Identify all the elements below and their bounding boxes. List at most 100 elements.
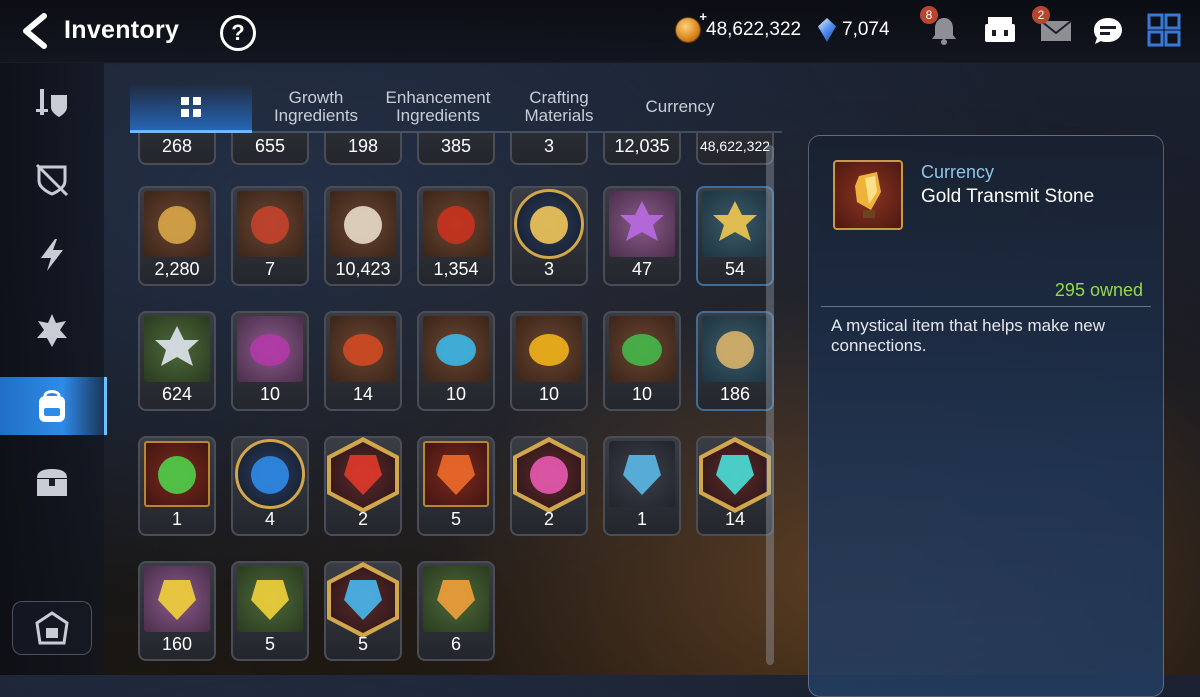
item-tile[interactable]: 624 [138, 311, 216, 411]
mail-icon[interactable]: 2 [1032, 6, 1074, 48]
chat-icon[interactable] [1090, 12, 1126, 48]
item-tile[interactable]: 2 [510, 436, 588, 536]
item-tile[interactable]: 4 [231, 436, 309, 536]
sidebar-item-inventory[interactable] [0, 377, 107, 435]
grid-scrollbar[interactable] [766, 145, 774, 665]
yellow-bolt-stone-icon [251, 580, 289, 620]
creature-portrait-icon [530, 206, 568, 244]
red-rune-icon [343, 334, 383, 366]
item-tile-partial[interactable]: 268 [138, 133, 216, 165]
item-quantity: 14 [352, 384, 374, 404]
gold-counter[interactable]: + 48,622,322 [676, 9, 801, 42]
crystal-counter[interactable]: 7,074 [818, 18, 890, 42]
tab-growth-ingredients[interactable]: Growth Ingredients [258, 84, 374, 130]
item-tile[interactable]: 10 [231, 311, 309, 411]
item-quantity: 624 [161, 384, 193, 404]
item-tile[interactable]: 1 [138, 436, 216, 536]
item-tile-partial[interactable]: 48,622,322 [696, 133, 774, 165]
sidebar-item-equipment[interactable] [0, 75, 104, 133]
tab-all[interactable] [130, 84, 252, 133]
question-circle-icon[interactable]: ? [220, 15, 256, 51]
item-quantity: 1 [636, 509, 647, 529]
item-tile[interactable]: 7 [231, 186, 309, 286]
pink-potion-icon [530, 456, 568, 494]
item-quantity: 12,035 [614, 136, 670, 156]
grid-menu-icon[interactable] [1146, 12, 1182, 48]
bell-icon[interactable]: 8 [920, 6, 962, 48]
knight-emblem-icon [344, 206, 382, 244]
item-tile[interactable]: 10 [417, 311, 495, 411]
blue-hammer-stone-icon [623, 455, 661, 495]
item-quantity: 3 [543, 136, 554, 156]
gold-coin-icon: + [676, 9, 707, 42]
fish-charm-icon [716, 331, 754, 369]
item-tile-partial[interactable]: 385 [417, 133, 495, 165]
detail-divider [821, 306, 1151, 307]
tab-enhancement-ingredients[interactable]: Enhancement Ingredients [380, 84, 496, 130]
item-tile[interactable]: 3 [510, 186, 588, 286]
item-owned-count: 295 owned [1054, 280, 1143, 300]
sidebar-item-chest[interactable] [0, 453, 104, 511]
item-tile[interactable]: 1,354 [417, 186, 495, 286]
item-tile[interactable]: 14 [324, 311, 402, 411]
gold-flower-icon [713, 201, 757, 241]
item-tile[interactable]: 10,423 [324, 186, 402, 286]
item-quantity: 48,622,322 [699, 138, 771, 154]
sidebar [0, 63, 107, 675]
yellow-hammer-stone-icon [158, 580, 196, 620]
item-quantity: 47 [631, 259, 653, 279]
item-tile[interactable]: 160 [138, 561, 216, 661]
shop-icon[interactable] [982, 12, 1018, 48]
item-name: Gold Transmit Stone [921, 186, 1095, 207]
guild-button[interactable] [12, 601, 92, 655]
item-tile-partial[interactable]: 3 [510, 133, 588, 165]
item-quantity: 10 [259, 384, 281, 404]
white-flower-icon [155, 326, 199, 366]
item-quantity: 7 [264, 259, 275, 279]
item-quantity: 1,354 [433, 259, 479, 279]
yellow-rune-icon [529, 334, 569, 366]
item-quantity: 5 [357, 634, 368, 654]
item-quantity: 3 [543, 259, 554, 279]
item-tile[interactable]: 2,280 [138, 186, 216, 286]
item-tile[interactable]: 14 [696, 436, 774, 536]
leaf-emblem-icon [437, 206, 475, 244]
item-tile[interactable]: 10 [510, 311, 588, 411]
chevron-left-icon[interactable] [18, 12, 52, 50]
fist-emblem-icon [158, 206, 196, 244]
item-quantity: 655 [254, 136, 286, 156]
item-tile-partial[interactable]: 655 [231, 133, 309, 165]
item-quantity: 5 [264, 634, 275, 654]
item-tile[interactable]: 2 [324, 436, 402, 536]
item-quantity: 10 [631, 384, 653, 404]
tab-currency[interactable]: Currency [622, 84, 738, 130]
mail-badge: 2 [1032, 6, 1050, 24]
item-tile-partial[interactable]: 12,035 [603, 133, 681, 165]
sidebar-item-artifact[interactable] [0, 151, 104, 209]
page-title: Inventory [64, 16, 180, 44]
item-tile[interactable]: 1 [603, 436, 681, 536]
item-quantity: 1 [171, 509, 182, 529]
item-category: Currency [921, 162, 995, 182]
item-quantity: 385 [440, 136, 472, 156]
item-tile[interactable]: 5 [417, 436, 495, 536]
item-tile[interactable]: 5 [324, 561, 402, 661]
item-quantity: 6 [450, 634, 461, 654]
item-tile[interactable]: 10 [603, 311, 681, 411]
item-quantity: 14 [724, 509, 746, 529]
item-quantity: 2,280 [154, 259, 200, 279]
item-tile[interactable]: 47 [603, 186, 681, 286]
item-description: A mystical item that helps make new conn… [831, 316, 1106, 355]
tab-crafting-materials[interactable]: Crafting Materials [504, 84, 614, 130]
item-tile[interactable]: 6 [417, 561, 495, 661]
item-tile[interactable]: 54 [696, 186, 774, 286]
item-tile[interactable]: 186 [696, 311, 774, 411]
green-orb-icon [158, 456, 196, 494]
sidebar-item-lightning[interactable] [0, 226, 104, 284]
sidebar-item-rune[interactable] [0, 301, 104, 359]
item-tile[interactable]: 5 [231, 561, 309, 661]
green-rune-icon [622, 334, 662, 366]
notification-badge: 8 [920, 6, 938, 24]
item-tile-partial[interactable]: 198 [324, 133, 402, 165]
grid-icon [181, 97, 201, 117]
